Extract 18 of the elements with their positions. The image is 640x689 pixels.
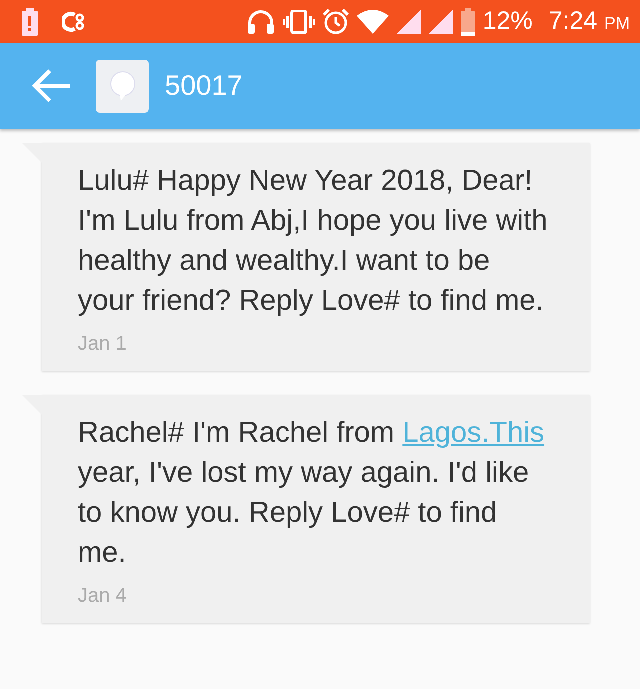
back-arrow-icon[interactable] [32,68,72,104]
battery-percentage: 12% [482,9,533,34]
alarm-icon [322,8,349,34]
message-link[interactable]: Lagos.This [402,417,545,449]
wifi-icon [356,10,389,34]
signal-icon [396,10,421,34]
message-date: Jan 4 [78,584,128,609]
headphones-icon [246,10,275,34]
contact-name: 50017 [165,69,243,103]
message-text: Lulu# Happy New Year 2018, Dear! I'm Lulu from Abj,I hope you live with healthy and wealthy.I want to be your friend? Reply Love# to find me. [78,164,549,319]
message-text: Rachel# I'm Rachel from Lagos.This year, I've lost my way again. I'd like to know you. Reply Love# to find me. [78,416,546,571]
message-date: Jan 1 [78,332,128,357]
battery-alert-icon [22,8,38,36]
clock: 7:24 PM [548,9,630,34]
vibrate-icon [282,10,315,34]
chat-bubble-icon [108,71,136,101]
signal-icon [428,10,453,34]
battery-icon [460,8,475,36]
